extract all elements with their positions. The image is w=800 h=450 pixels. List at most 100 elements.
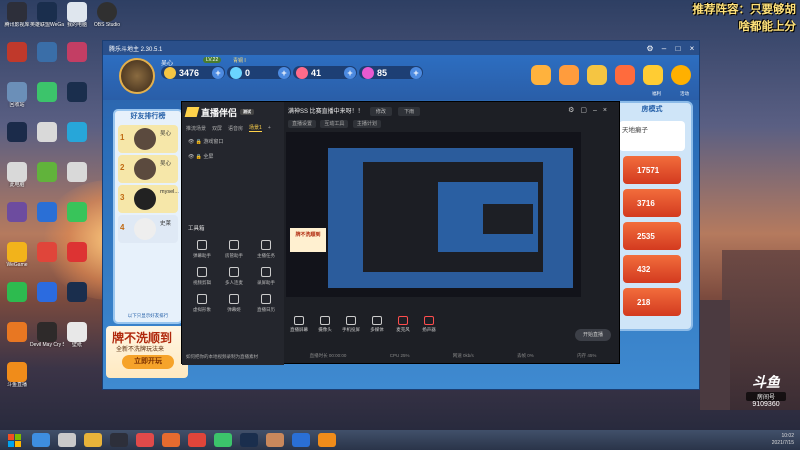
add-coins-button[interactable]: + [212,66,224,79]
tool-item[interactable]: 多人连麦 [218,267,250,286]
desktop-icon[interactable] [32,202,62,236]
task-icon[interactable] [615,65,635,85]
settings-icon[interactable]: ⚙ [643,44,657,53]
desktop-icon[interactable]: 腾讯影视库 [2,2,32,36]
desktop-icon[interactable] [62,242,92,276]
screen-capture-button[interactable]: 直播屏幕 [286,316,312,333]
tab-scene[interactable]: 推流场景 [186,125,206,132]
desktop-icon[interactable]: 我的电脑 [62,2,92,36]
tool-item[interactable]: 主播任务 [250,240,282,259]
microphone-button[interactable]: 麦克风 [390,316,416,333]
desktop-icon[interactable] [32,242,62,276]
close-icon[interactable]: × [685,44,699,53]
chip[interactable]: 主播计划 [352,120,381,128]
help-tip[interactable]: 如何把你的本地视频录制为直播素材 [186,354,258,360]
desktop-icon[interactable]: 回收站 [2,82,32,116]
list-item[interactable]: 2 吴心 [118,155,178,183]
desktop-icon[interactable] [62,42,92,76]
desktop-icon[interactable]: 英雄联盟WeGame [30,2,64,36]
taskbar-app-icon[interactable] [188,433,206,447]
tab-dual[interactable]: 双屏 [212,125,222,132]
taskbar-app-icon[interactable] [136,433,154,447]
desktop-icon[interactable] [32,82,62,116]
desktop-icon[interactable] [62,282,92,316]
edit-title-button[interactable]: 修改 [369,107,392,116]
taskbar-app-icon[interactable] [84,433,102,447]
phone-cast-button[interactable]: 手机投屏 [338,316,364,333]
taskbar-app-icon[interactable] [240,433,258,447]
bag-icon[interactable] [559,65,579,85]
desktop-icon[interactable]: WeGame [2,242,32,276]
desktop-icon[interactable]: 此电脑 [2,162,32,196]
desktop-icon[interactable] [2,202,32,236]
media-button[interactable]: 多媒体 [364,316,390,333]
tool-item[interactable]: 直播日历 [250,294,282,313]
desktop-icon[interactable] [62,162,92,196]
play-now-button[interactable]: 立即开玩 [122,355,174,369]
mail-icon[interactable] [531,65,551,85]
add-diamonds-button[interactable]: + [278,66,290,79]
desktop-icon[interactable] [32,282,62,316]
window-controls[interactable]: ⚙▢–× [568,106,613,114]
list-item[interactable]: 3 mysel... [118,185,179,213]
room-score[interactable]: 2535 [623,222,681,250]
taskbar-app-icon[interactable] [32,433,50,447]
tool-item[interactable]: 录屏助手 [250,267,282,286]
tool-item[interactable]: 视频剪辑 [186,267,218,286]
desktop-icon[interactable] [62,122,92,156]
desktop-icon[interactable]: 斗鱼直播 [2,362,32,396]
chip[interactable]: 互动工具 [320,120,349,128]
tool-item[interactable]: 弹幕助手 [186,240,218,259]
add-tickets-button[interactable]: + [410,66,422,79]
desktop-icon[interactable] [62,202,92,236]
room-score[interactable]: 218 [623,288,681,316]
desktop-icon[interactable] [62,82,92,116]
taskbar-app-icon[interactable] [214,433,232,447]
stream-preview[interactable]: 牌不洗顺到 [286,132,581,297]
avatar[interactable] [119,58,155,94]
taskbar-app-icon[interactable] [318,433,336,447]
taskbar-app-icon[interactable] [58,433,76,447]
list-item[interactable]: 4 史莱 [118,215,178,243]
desktop-icon[interactable]: 壁纸 [62,322,92,356]
tool-item[interactable]: 房管助手 [218,240,250,259]
camera-button[interactable]: 摄像头 [312,316,338,333]
desktop-icon[interactable] [32,42,62,76]
desktop-icon[interactable] [32,122,62,156]
welfare-icon[interactable] [643,65,663,85]
desktop-icon[interactable]: Devil May Cry 5 [30,322,64,356]
minimize-icon[interactable]: – [657,44,671,53]
add-scene-icon[interactable]: + [268,125,271,131]
desktop-icon[interactable] [2,122,32,156]
desktop-icon[interactable] [32,162,62,196]
mode-name[interactable]: 天地癞子 [619,121,685,151]
maximize-icon[interactable]: □ [671,44,685,53]
taskbar-app-icon[interactable] [266,433,284,447]
category-field[interactable]: 下雨 [398,107,421,116]
source-item[interactable]: 👁 🔒 游戏窗口 [182,134,284,149]
tab-voice[interactable]: 语音房 [228,125,243,132]
shop-icon[interactable] [587,65,607,85]
tool-item[interactable]: 虚拟形象 [186,294,218,313]
tab-scene1[interactable]: 场景1 [249,124,262,132]
speaker-button[interactable]: 扬声器 [416,316,442,333]
promo-banner[interactable]: 牌不洗顺到 全新不洗牌玩法来 立即开玩 [106,326,188,378]
room-score[interactable]: 3716 [623,189,681,217]
taskbar-app-icon[interactable] [110,433,128,447]
start-button[interactable] [4,431,24,449]
desktop-icon[interactable] [2,282,32,316]
taskbar-app-icon[interactable] [162,433,180,447]
chip[interactable]: 直播设置 [288,120,317,128]
room-score[interactable]: 17571 [623,156,681,184]
desktop-icon[interactable] [2,322,32,356]
add-hearts-button[interactable]: + [344,66,356,79]
taskbar-app-icon[interactable] [292,433,310,447]
start-live-button[interactable]: 开始直播 [575,329,611,341]
tool-item[interactable]: 弹幕姬 [218,294,250,313]
desktop-icon[interactable] [2,42,32,76]
source-item[interactable]: 👁 🔒 全屏 [182,149,284,164]
list-item[interactable]: 1 吴心 [118,125,178,153]
room-score[interactable]: 432 [623,255,681,283]
desktop-icon[interactable]: OBS Studio [92,2,122,36]
activity-icon[interactable] [671,65,691,85]
